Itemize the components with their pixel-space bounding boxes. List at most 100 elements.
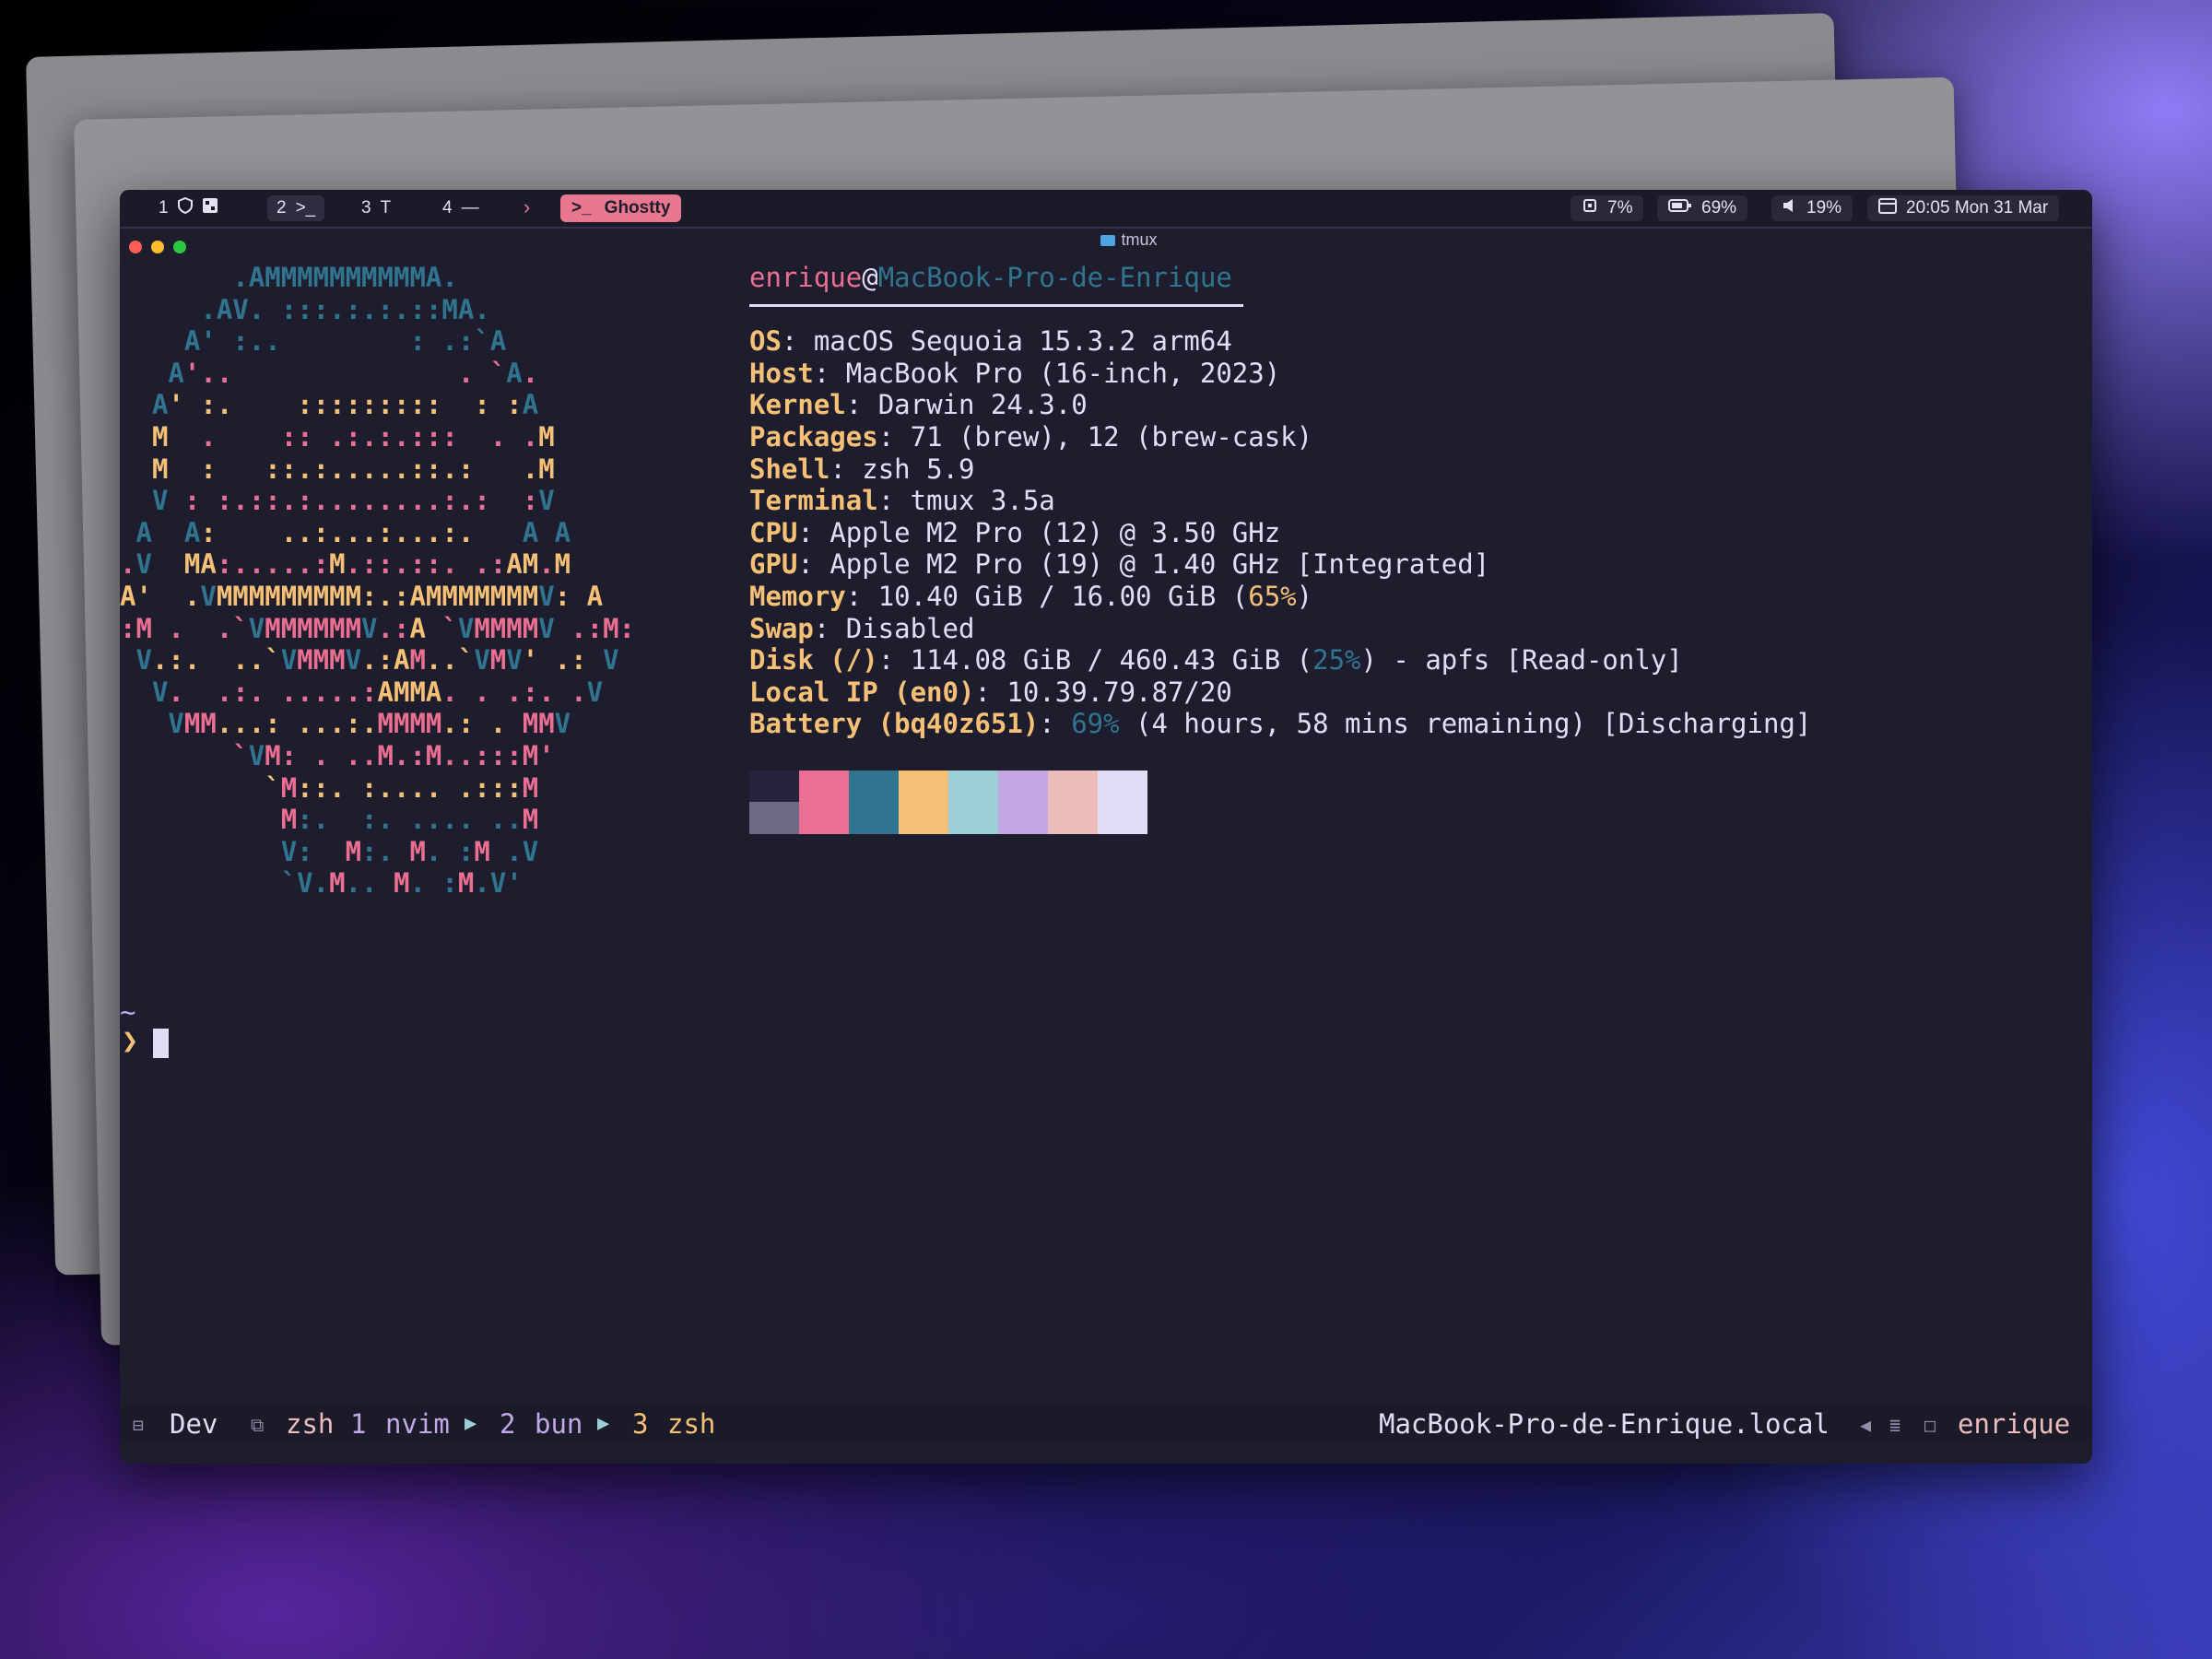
ascii-logo-line: V : :.::.:........:.: :V (151, 485, 555, 517)
battery-widget[interactable]: 69% (1657, 195, 1748, 221)
ascii-logo-line: A' :. ::::::::: : :A (151, 389, 539, 421)
datetime-widget[interactable]: 20:05 Mon 31 Mar (1867, 195, 2060, 221)
window-title: tmux (1074, 230, 1184, 250)
palette-swatch (749, 771, 799, 802)
info-swap: Disabled (845, 612, 975, 644)
text-icon: T (380, 198, 392, 218)
chevron-right-icon: › (524, 195, 531, 218)
info-disk: 114.08 GiB / 460.43 GiB (910, 644, 1281, 677)
info-gpu: Apple M2 Pro (19) @ 1.40 GHz [Integrated… (830, 548, 1490, 581)
palette-swatch (799, 802, 849, 834)
terminal-icon: >_ (571, 198, 592, 218)
workspace-1[interactable]: 1 (149, 195, 228, 221)
info-memory-pct: 65% (1248, 580, 1297, 612)
cpu-widget[interactable]: 7% (1571, 195, 1644, 221)
close-button[interactable] (129, 241, 142, 253)
ascii-logo-line: V: M:. M. :M .V (280, 835, 539, 867)
tmux-window-nvim[interactable]: nvim (385, 1408, 450, 1440)
prompt-dir: ~ (120, 996, 136, 1028)
tmux-window-bun[interactable]: bun (535, 1408, 582, 1440)
ascii-logo-line: M : ::.:.....::.: .M (151, 453, 555, 485)
palette-swatch (1098, 771, 1147, 802)
info-kernel: Darwin 24.3.0 (877, 389, 1088, 421)
dash-icon: — (461, 198, 479, 218)
status-user: enrique (1958, 1408, 2071, 1440)
ascii-logo-line: .V MA:.....:M.::.::. .:AM.M (120, 548, 571, 581)
ascii-logo-line: VMM...: ...:.MMMM.: . MMV (168, 708, 571, 740)
ascii-logo-line: V. .:. .....:AMMA. . .:. .V (151, 676, 604, 708)
shield-icon (177, 196, 193, 219)
speaker-icon (1783, 198, 1797, 218)
color-palette (749, 771, 1147, 834)
text-cursor[interactable] (153, 1029, 169, 1058)
cpu-icon (1582, 197, 1598, 219)
info-user: enrique (749, 262, 863, 293)
ascii-logo-line: A' .VMMMMMMMMM:.:AMMMMMMMV: A (120, 580, 604, 612)
folder-icon: □ (1924, 1414, 1936, 1436)
palette-swatch (899, 802, 948, 834)
palette-swatch (948, 771, 998, 802)
palette-swatch (1098, 802, 1147, 834)
workspace-4[interactable]: 4 — (433, 195, 488, 221)
ascii-logo-line: :M . .`VMMMMMMV.:A `VMMMMV .:M: (120, 612, 635, 644)
ascii-logo-line: `M::. :.... .:::M (265, 771, 539, 804)
session-name[interactable]: Dev (170, 1408, 218, 1440)
ascii-logo: .AMMMMMMMMMMA. .AV. :::.:.:.::MA. A' :..… (120, 262, 635, 900)
tmux-window-zsh[interactable]: zsh (286, 1408, 334, 1440)
tmux-statusbar: ⊟ Dev ⧉ zsh 1 nvim ▶ 2 bun ▶ 3 zsh MacBo… (120, 1406, 2092, 1443)
zoom-button[interactable] (173, 241, 186, 253)
window-icon: ⊟ (133, 1414, 145, 1436)
palette-swatch (948, 802, 998, 834)
ascii-logo-line: .AV. :::.:.:.::MA. (200, 293, 490, 325)
palette-swatch (799, 771, 849, 802)
calendar-icon (1878, 197, 1897, 219)
chevron-right-icon: ▶ (597, 1412, 610, 1435)
system-info: enrique@MacBook-Pro-de-Enrique OS: macOS… (749, 262, 1812, 740)
info-os: macOS Sequoia 15.3.2 arm64 (813, 325, 1232, 358)
info-host: MacBook-Pro-de-Enrique (877, 262, 1232, 293)
info-shell: zsh 5.9 (862, 453, 975, 485)
palette-swatch (1048, 771, 1098, 802)
battery-icon (1668, 198, 1692, 218)
info-disk-pct: 25% (1312, 644, 1361, 677)
stack-icon: ≣ (1889, 1414, 1901, 1436)
info-battery-pct: 69% (1071, 708, 1120, 740)
caret-left-icon: ◀ (1860, 1414, 1872, 1436)
pane-icon: ⧉ (251, 1414, 265, 1436)
ascii-logo-line: A A: ..:...:...:. A A (135, 516, 571, 548)
ascii-logo-line: .AMMMMMMMMMMA. (232, 262, 458, 293)
minimize-button[interactable] (151, 241, 164, 253)
ascii-logo-line: A' :.. : .:`A (183, 325, 507, 358)
ascii-logo-line: `V.M.. M. :M.V' (280, 867, 523, 900)
info-terminal: tmux 3.5a (910, 485, 1055, 517)
palette-swatch (899, 771, 948, 802)
palette-swatch (998, 802, 1048, 834)
info-local-ip: 10.39.79.87/20 (1006, 676, 1232, 708)
workspace-2[interactable]: 2 >_ (267, 195, 325, 221)
ascii-logo-line: V.:. ..`VMMMV.:AM..`VMV' .: V (135, 644, 619, 677)
ascii-logo-line: A'.. . `A. (168, 357, 539, 389)
ascii-logo-line: `VM: . ..M.:M..:::M' (232, 739, 555, 771)
palette-swatch (849, 771, 899, 802)
info-packages: 71 (brew), 12 (brew-cask) (910, 420, 1313, 453)
terminal-window[interactable]: 1 2 >_ 3 T 4 — › >_ Ghostty 7% 69% 19% 2… (120, 190, 2092, 1464)
ascii-logo-line: M:. :. .... ..M (280, 804, 539, 836)
palette-swatch (1048, 802, 1098, 834)
ascii-logo-line: M . :: .:.:.::: . .M (151, 420, 555, 453)
palette-swatch (998, 771, 1048, 802)
prompt-arrow: ❯ (122, 1025, 139, 1057)
chevron-right-icon: ▶ (465, 1412, 477, 1435)
workspace-3[interactable]: 3 T (352, 195, 400, 221)
palette-swatch (749, 802, 799, 834)
info-host-model: MacBook Pro (16-inch, 2023) (845, 357, 1281, 389)
menubar: 1 2 >_ 3 T 4 — › >_ Ghostty 7% 69% 19% 2… (120, 190, 2092, 229)
info-memory: 10.40 GiB / 16.00 GiB (877, 580, 1217, 612)
active-app-ghostty[interactable]: >_ Ghostty (560, 194, 682, 222)
folder-icon (1100, 235, 1116, 246)
palette-swatch (849, 802, 899, 834)
volume-widget[interactable]: 19% (1771, 195, 1853, 221)
info-cpu: Apple M2 Pro (12) @ 3.50 GHz (830, 516, 1281, 548)
terminal-icon: >_ (295, 198, 316, 218)
app-icon (202, 197, 218, 219)
tmux-window-zsh-active[interactable]: zsh (667, 1408, 715, 1440)
